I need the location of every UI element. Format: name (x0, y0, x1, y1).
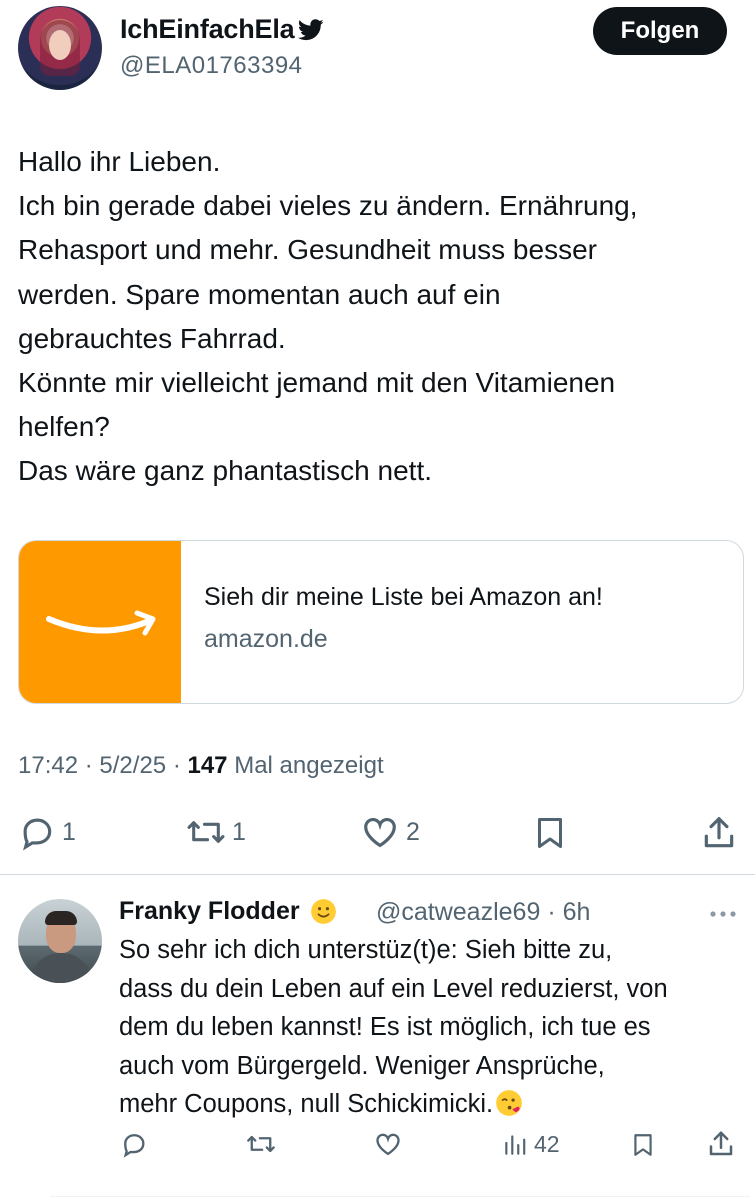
reply-name-text: Franky Flodder (119, 897, 300, 925)
reply-reply-action[interactable] (120, 1130, 148, 1158)
share-action[interactable] (700, 813, 738, 853)
reply-text: So sehr ich dich unterstüz(t)e: Sieh bit… (119, 931, 749, 1124)
card-domain: amazon.de (204, 625, 328, 653)
reply-action[interactable]: 1 (18, 813, 76, 851)
bookmark-icon (538, 818, 562, 848)
amazon-thumbnail (19, 541, 181, 703)
heart-icon (364, 817, 396, 848)
tweet-line: Das wäre ganz phantastisch nett. (18, 455, 433, 487)
avatar-face (49, 30, 71, 60)
bookmark-action[interactable] (532, 813, 568, 853)
card-title: Sieh dir meine Liste bei Amazon an! (204, 583, 603, 611)
author-name-text: IchEinfachEla (120, 14, 295, 44)
view-count: 147 (187, 752, 228, 779)
reply-line: dass du dein Leben auf ein Level reduzie… (119, 974, 668, 1003)
repost-action[interactable]: 1 (186, 813, 246, 851)
reply-line: dem du leben kannst! Es ist möglich, ich… (119, 1013, 651, 1042)
more-options-icon[interactable] (706, 904, 740, 924)
divider (0, 874, 755, 875)
repost-count: 1 (232, 817, 246, 846)
reply-share-action[interactable] (706, 1129, 736, 1159)
reply-handle-line: @catweazle69 · 6h (376, 898, 590, 927)
repost-icon (247, 1135, 275, 1153)
author-handle[interactable]: @ELA01763394 (120, 52, 303, 80)
tweet-line: gebrauchtes Fahrrad. (18, 322, 286, 354)
meta-separator: · (547, 898, 556, 926)
twitter-bird-icon (298, 18, 325, 40)
share-icon (709, 1131, 733, 1156)
reply-views-action[interactable]: 42 (502, 1130, 560, 1158)
reply-icon (23, 818, 52, 851)
reply-bookmark-action[interactable] (630, 1130, 656, 1160)
author-avatar[interactable] (18, 6, 102, 90)
reply-display-name[interactable]: Franky Flodder (119, 897, 337, 926)
tweet-line: Rehasport und mehr. Gesundheit muss bess… (18, 234, 597, 266)
reply-age[interactable]: 6h (563, 898, 591, 926)
reply-line: So sehr ich dich unterstüz(t)e: Sieh bit… (119, 936, 613, 964)
like-count: 2 (406, 817, 420, 846)
share-icon (704, 817, 734, 848)
link-card[interactable]: Sieh dir meine Liste bei Amazon an! amaz… (18, 540, 744, 704)
reply-like-action[interactable] (373, 1130, 403, 1158)
meta-separator: · (172, 752, 188, 779)
reply-last-line: mehr Coupons, null Schickimicki. (119, 1085, 749, 1124)
tweet-line: Hallo ihr Lieben. (18, 146, 221, 177)
like-action[interactable]: 2 (360, 813, 420, 851)
smile-emoji-icon (310, 899, 336, 924)
heart-icon (376, 1133, 400, 1156)
amazon-smile-icon (46, 610, 156, 636)
repost-icon (187, 821, 225, 843)
kiss-emoji-icon (496, 1090, 522, 1117)
tweet-date[interactable]: 5/2/25 (99, 752, 166, 779)
bookmark-icon (634, 1134, 652, 1156)
reply-avatar[interactable] (18, 899, 102, 983)
avatar-body (30, 953, 92, 983)
reply-line: mehr Coupons, null Schickimicki. (119, 1090, 494, 1119)
divider (50, 1196, 750, 1197)
follow-button[interactable]: Folgen (593, 7, 727, 55)
meta-separator: · (84, 752, 100, 779)
reply-handle[interactable]: @catweazle69 (376, 898, 540, 926)
views-label: Mal angezeigt (234, 752, 384, 779)
reply-count: 1 (62, 817, 76, 846)
reply-icon (123, 1134, 145, 1158)
tweet-line: Könnte mir vielleicht jemand mit den Vit… (18, 367, 616, 399)
avatar-hair (45, 911, 77, 925)
analytics-icon (505, 1135, 526, 1155)
tweet-meta: 17:42 · 5/2/25 · 147 Mal angezeigt (18, 752, 384, 780)
tweet-time[interactable]: 17:42 (18, 752, 78, 779)
tweet-line: werden. Spare momentan auch auf ein (18, 278, 501, 310)
tweet-text: Hallo ihr Lieben. Ich bin gerade dabei v… (18, 140, 738, 494)
tweet-line: helfen? (18, 411, 110, 443)
reply-view-count: 42 (534, 1130, 560, 1157)
reply-repost-action[interactable] (246, 1130, 276, 1158)
reply-line: auch vom Bürgergeld. Weniger Ansprüche, (119, 1051, 605, 1080)
tweet-line: Ich bin gerade dabei vieles zu ändern. E… (18, 190, 638, 222)
author-display-name[interactable]: IchEinfachEla (120, 14, 325, 45)
